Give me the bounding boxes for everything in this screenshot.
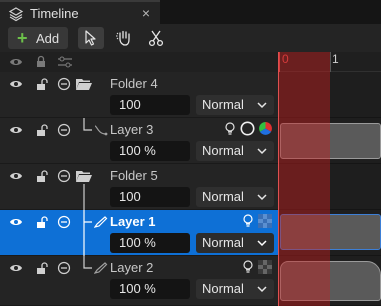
shape-layer-icon[interactable] [94, 124, 108, 136]
close-icon[interactable]: × [138, 4, 154, 22]
playhead-range[interactable] [278, 52, 330, 306]
layer-row-folder-5[interactable]: Folder 5 100 Normal [0, 164, 278, 210]
transparency-grid-icon[interactable] [258, 214, 272, 228]
brush-layer-icon[interactable] [94, 215, 108, 229]
eye-icon[interactable] [9, 77, 23, 91]
eye-icon[interactable] [9, 123, 23, 137]
mask-circle-icon[interactable] [240, 121, 255, 136]
layer-name[interactable]: Layer 3 [110, 122, 153, 137]
ruler-tick [330, 52, 331, 72]
minus-circle-icon[interactable] [57, 169, 71, 183]
lock-icon[interactable] [34, 55, 48, 69]
tab-title: Timeline [30, 6, 79, 21]
eye-icon[interactable] [9, 55, 23, 69]
folder-open-icon[interactable] [75, 77, 93, 91]
blend-mode-dropdown[interactable]: Normal [196, 233, 274, 253]
blend-mode-dropdown[interactable]: Normal [196, 279, 274, 299]
unlock-icon[interactable] [35, 123, 49, 137]
chevron-down-icon [257, 194, 267, 201]
layer-header [0, 52, 278, 72]
chevron-down-icon [257, 102, 267, 109]
unlock-icon[interactable] [35, 261, 49, 275]
layer-name[interactable]: Layer 1 [110, 214, 156, 229]
opacity-field[interactable]: 100 [110, 95, 190, 115]
toolbar: + Add [0, 24, 381, 52]
opacity-field[interactable]: 100 [110, 187, 190, 207]
lightbulb-icon[interactable] [242, 214, 254, 228]
select-tool-button[interactable] [78, 27, 104, 49]
transparency-grid-icon[interactable] [258, 260, 272, 274]
layers-icon [8, 7, 24, 22]
arrow-cursor-icon [85, 30, 96, 46]
hand-icon [116, 30, 130, 46]
playhead-line[interactable] [278, 52, 279, 306]
layer-row-folder-4[interactable]: Folder 4 100 Normal [0, 72, 278, 118]
folder-open-icon[interactable] [75, 169, 93, 183]
cut-tool-button[interactable] [143, 27, 169, 49]
unlock-icon[interactable] [35, 77, 49, 91]
unlock-icon[interactable] [35, 215, 49, 229]
layer-row-layer-3[interactable]: Layer 3 100 % Normal [0, 118, 278, 164]
layer-row-layer-1[interactable]: Layer 1 100 % Normal [0, 210, 278, 256]
add-button[interactable]: + Add [8, 27, 68, 49]
tab-bar: Timeline × [0, 0, 381, 24]
plus-icon: + [17, 28, 28, 48]
opacity-field[interactable]: 100 % [110, 279, 190, 299]
layer-name[interactable]: Layer 2 [110, 260, 153, 275]
scissors-icon [148, 30, 164, 47]
lightbulb-icon[interactable] [224, 122, 236, 136]
opacity-field[interactable]: 100 % [110, 141, 190, 161]
lightbulb-icon[interactable] [242, 260, 254, 274]
chevron-down-icon [257, 286, 267, 293]
brush-layer-icon[interactable] [94, 261, 108, 275]
hand-tool-button[interactable] [111, 27, 137, 49]
sliders-icon[interactable] [57, 55, 73, 69]
unlock-icon[interactable] [35, 169, 49, 183]
blend-mode-label: Normal [202, 189, 244, 204]
chevron-down-icon [257, 240, 267, 247]
color-wheel-icon[interactable] [258, 121, 273, 136]
chevron-down-icon [257, 148, 267, 155]
blend-mode-dropdown[interactable]: Normal [196, 141, 274, 161]
eye-icon[interactable] [9, 215, 23, 229]
blend-mode-label: Normal [202, 281, 244, 296]
eye-icon[interactable] [9, 169, 23, 183]
minus-circle-icon[interactable] [57, 215, 71, 229]
tab-timeline[interactable]: Timeline × [0, 0, 160, 24]
layer-name[interactable]: Folder 4 [110, 76, 158, 91]
minus-circle-icon[interactable] [57, 77, 71, 91]
layer-row-layer-2[interactable]: Layer 2 100 % Normal [0, 256, 278, 306]
blend-mode-dropdown[interactable]: Normal [196, 187, 274, 207]
layer-name[interactable]: Folder 5 [110, 168, 158, 183]
blend-mode-label: Normal [202, 97, 244, 112]
blend-mode-label: Normal [202, 143, 244, 158]
ruler-label: 1 [332, 52, 339, 66]
opacity-field[interactable]: 100 % [110, 233, 190, 253]
blend-mode-dropdown[interactable]: Normal [196, 95, 274, 115]
minus-circle-icon[interactable] [57, 261, 71, 275]
blend-mode-label: Normal [202, 235, 244, 250]
tree-connector [83, 184, 85, 210]
add-button-label: Add [36, 31, 60, 46]
minus-circle-icon[interactable] [57, 123, 71, 137]
eye-icon[interactable] [9, 261, 23, 275]
